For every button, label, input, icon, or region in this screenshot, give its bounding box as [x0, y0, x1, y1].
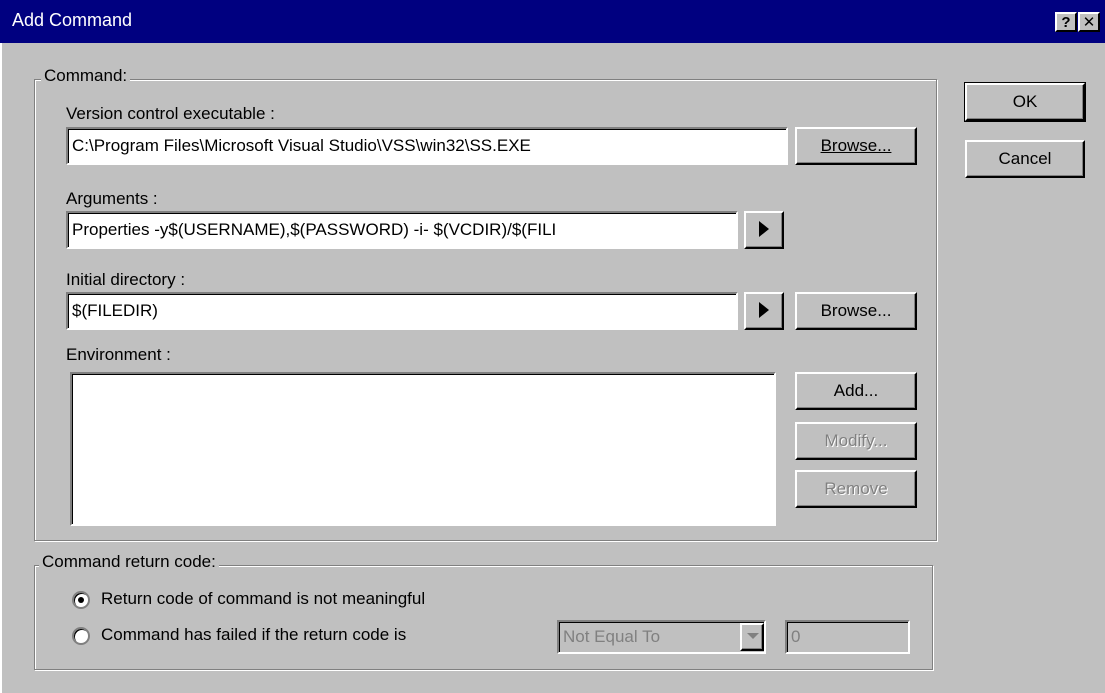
remove-environment-button[interactable]: Remove	[795, 470, 917, 508]
ok-label: OK	[1012, 92, 1038, 111]
ok-button[interactable]: OK	[964, 82, 1086, 122]
return-failed-label[interactable]: Command has failed if the return code is	[101, 625, 406, 645]
help-button[interactable]: ?	[1055, 12, 1077, 32]
arguments-input[interactable]: Properties -y$(USERNAME),$(PASSWORD) -i-…	[66, 211, 738, 249]
comparison-select[interactable]: Not Equal To	[557, 620, 766, 654]
cancel-button[interactable]: Cancel	[965, 140, 1085, 178]
return-code-group-legend: Command return code:	[39, 552, 219, 572]
browse-executable-label: Browse...	[820, 136, 892, 155]
initial-directory-label: Initial directory :	[66, 270, 186, 289]
return-failed-radio[interactable]	[72, 627, 90, 645]
close-button[interactable]: ✕	[1078, 12, 1100, 32]
environment-list[interactable]	[70, 372, 776, 526]
modify-environment-button[interactable]: Modify...	[795, 422, 917, 460]
environment-label: Environment :	[66, 345, 171, 364]
add-environment-button[interactable]: Add...	[795, 372, 917, 410]
modify-environment-label: Modify...	[824, 431, 888, 450]
comparison-dropdown-button[interactable]	[740, 623, 764, 651]
chevron-down-icon	[747, 633, 759, 639]
browse-directory-button[interactable]: Browse...	[795, 292, 917, 330]
radio-dot-icon	[78, 597, 84, 603]
return-code-group	[34, 565, 933, 670]
command-group-legend: Command:	[41, 66, 131, 86]
add-environment-label: Add...	[833, 381, 879, 400]
return-not-meaningful-radio[interactable]	[72, 591, 90, 609]
executable-label: Version control executable :	[66, 104, 275, 123]
close-icon: ✕	[1082, 14, 1096, 31]
remove-environment-label: Remove	[824, 479, 888, 498]
directory-menu-button[interactable]	[744, 292, 784, 330]
help-icon: ?	[1061, 14, 1071, 31]
executable-input[interactable]: C:\Program Files\Microsoft Visual Studio…	[66, 127, 788, 165]
title-bar[interactable]: Add Command ? ✕	[0, 0, 1105, 43]
return-not-meaningful-label[interactable]: Return code of command is not meaningful	[101, 589, 425, 609]
initial-directory-input[interactable]: $(FILEDIR)	[66, 292, 738, 330]
browse-directory-label: Browse...	[820, 301, 892, 320]
arguments-label: Arguments :	[66, 189, 158, 208]
arrow-right-icon	[759, 302, 769, 318]
browse-executable-button[interactable]: Browse...	[795, 127, 917, 165]
arrow-right-icon	[759, 221, 769, 237]
cancel-label: Cancel	[998, 149, 1052, 168]
return-code-input[interactable]: 0	[785, 620, 910, 654]
arguments-menu-button[interactable]	[744, 211, 784, 249]
window-title: Add Command	[12, 10, 133, 30]
